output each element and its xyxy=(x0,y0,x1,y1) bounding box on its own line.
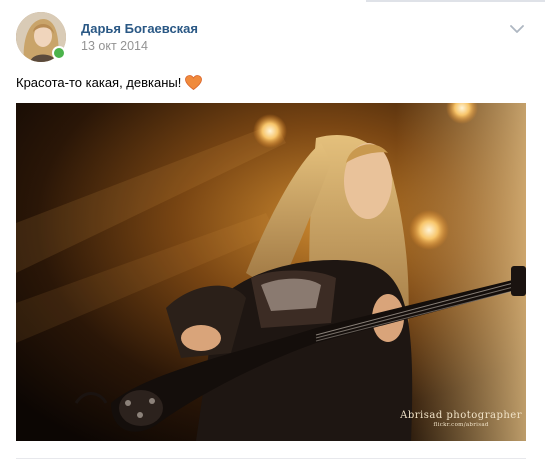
chevron-down-icon xyxy=(510,25,524,33)
post-date[interactable]: 13 окт 2014 xyxy=(81,39,148,53)
author-avatar-link[interactable] xyxy=(16,12,66,62)
post-menu-button[interactable] xyxy=(508,22,526,36)
concert-photo xyxy=(16,103,526,441)
watermark-url: flickr.com/abrisad xyxy=(433,422,489,428)
post-divider xyxy=(16,458,526,459)
wall-post: Дарья Богаевская 13 окт 2014 Красота-то … xyxy=(0,0,545,463)
post-text: Красота-то какая, девканы! xyxy=(16,75,203,90)
post-text-content: Красота-то какая, девканы! xyxy=(16,75,182,90)
orange-heart-icon xyxy=(185,75,203,90)
post-photo[interactable]: Abrisad photographer flickr.com/abrisad xyxy=(16,103,526,441)
photo-watermark: Abrisad photographer flickr.com/abrisad xyxy=(400,410,522,428)
watermark-title: Abrisad photographer xyxy=(400,410,522,421)
author-name[interactable]: Дарья Богаевская xyxy=(81,21,198,36)
online-indicator xyxy=(52,46,66,60)
